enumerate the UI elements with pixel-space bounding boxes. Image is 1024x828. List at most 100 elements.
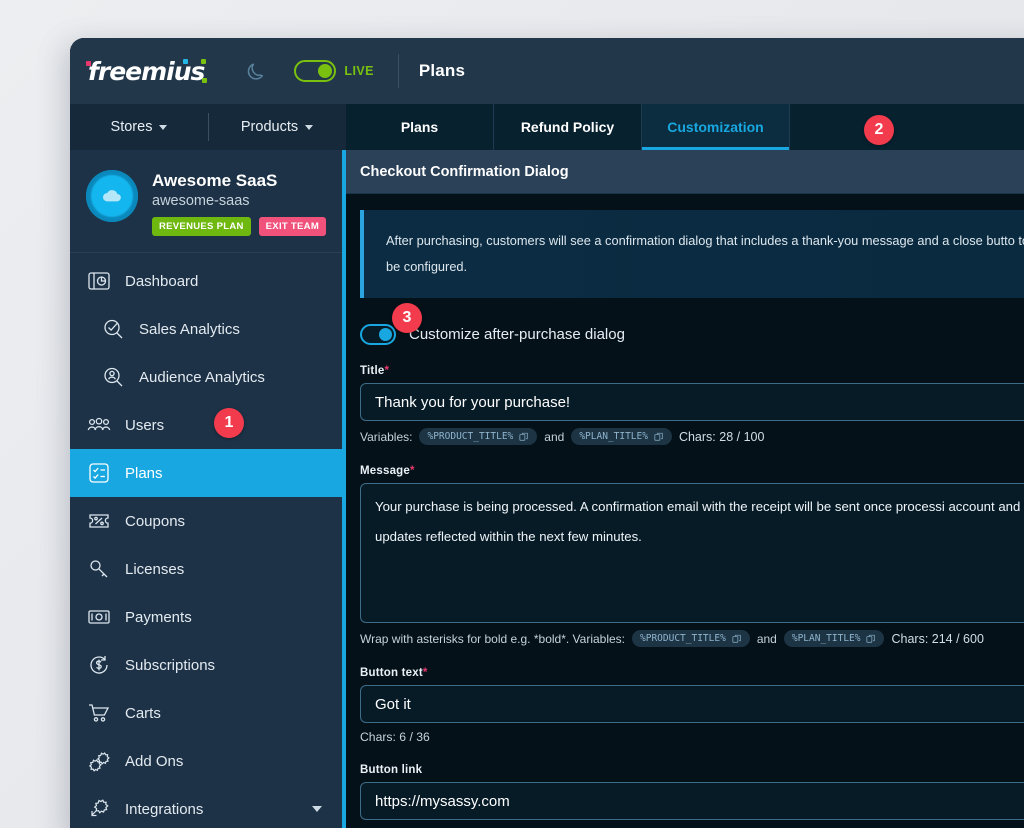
- title-helper-row: Variables: %PRODUCT_TITLE% and %PLAN_TIT…: [360, 428, 1024, 445]
- title-input[interactable]: Thank you for your purchase!: [360, 383, 1024, 421]
- button-text-input[interactable]: Got it: [360, 685, 1024, 723]
- sidebar-item-licenses[interactable]: Licenses: [70, 545, 342, 593]
- title-input-value: Thank you for your purchase!: [375, 393, 571, 411]
- step-badge-2-number: 2: [874, 121, 884, 138]
- required-marker: *: [384, 365, 390, 377]
- copy-icon[interactable]: [654, 432, 664, 442]
- sidebar-item-add-ons-label: Add Ons: [125, 752, 184, 770]
- sidebar: Awesome SaaS awesome-saas REVENUES PLAN …: [70, 150, 346, 828]
- live-label: LIVE: [344, 64, 374, 78]
- message-helper-prefix: Wrap with asterisks for bold e.g. *bold*…: [360, 631, 626, 646]
- step-badge-1: 1: [214, 408, 244, 438]
- variable-chip-product-title[interactable]: %PRODUCT_TITLE%: [632, 630, 750, 647]
- message-textarea[interactable]: Your purchase is being processed. A conf…: [360, 483, 1024, 623]
- logo-dot-green-bottom: [202, 77, 208, 83]
- chevron-down-icon: [305, 124, 314, 130]
- nav-item-stores[interactable]: Stores: [70, 104, 208, 150]
- customize-after-purchase-toggle[interactable]: [360, 324, 396, 345]
- copy-icon[interactable]: [519, 432, 529, 442]
- sidebar-profile: Awesome SaaS awesome-saas REVENUES PLAN …: [70, 150, 342, 252]
- payments-icon: [86, 605, 112, 629]
- sidebar-item-integrations[interactable]: Integrations: [70, 785, 342, 828]
- step-badge-1-number: 1: [224, 414, 234, 431]
- sidebar-item-dashboard[interactable]: Dashboard: [70, 257, 342, 305]
- tab-refund-policy[interactable]: Refund Policy: [494, 104, 642, 150]
- chevron-down-icon[interactable]: [312, 806, 322, 812]
- nav-item-products[interactable]: Products: [208, 104, 346, 150]
- customization-form: Customize after-purchase dialog Title* T…: [346, 298, 1024, 828]
- sidebar-item-carts[interactable]: Carts: [70, 689, 342, 737]
- sales-analytics-icon: [100, 317, 126, 341]
- sidebar-item-audience-analytics[interactable]: Audience Analytics: [70, 353, 342, 401]
- sidebar-item-plans-label: Plans: [125, 464, 163, 482]
- variable-chip-plan-title-label: %PLAN_TITLE%: [579, 431, 648, 442]
- button-text-char-counter: Chars: 6 / 36: [360, 730, 430, 744]
- step-badge-2: 2: [864, 115, 894, 145]
- sidebar-item-dashboard-label: Dashboard: [125, 272, 199, 290]
- sidebar-item-add-ons[interactable]: Add Ons: [70, 737, 342, 785]
- live-mode-toggle[interactable]: [294, 60, 337, 82]
- title-variables-label: Variables:: [360, 429, 413, 444]
- app-body: Awesome SaaS awesome-saas REVENUES PLAN …: [70, 150, 1024, 828]
- page-title: Plans: [418, 61, 466, 80]
- variable-chip-product-title-label: %PRODUCT_TITLE%: [640, 633, 726, 644]
- revenues-plan-badge[interactable]: REVENUES PLAN: [152, 217, 251, 236]
- dashboard-icon: [86, 269, 112, 293]
- sidebar-item-subscriptions[interactable]: Subscriptions: [70, 641, 342, 689]
- tab-customization[interactable]: Customization: [642, 104, 790, 150]
- exit-team-badge[interactable]: EXIT TEAM: [258, 217, 327, 236]
- title-field-label: Title*: [360, 365, 1024, 377]
- copy-icon[interactable]: [866, 634, 876, 644]
- info-notice: After purchasing, customers will see a c…: [360, 210, 1024, 298]
- primary-nav: Stores Products: [70, 104, 346, 150]
- live-mode-group: LIVE: [294, 60, 373, 82]
- button-link-input[interactable]: https://mysassy.com: [360, 782, 1024, 820]
- sidebar-item-plans[interactable]: Plans: [70, 449, 342, 497]
- cloud-avatar-icon[interactable]: [86, 170, 138, 222]
- tab-bar: Plans Refund Policy Customization: [346, 104, 1024, 150]
- topbar-divider: [397, 54, 399, 88]
- sidebar-item-payments-label: Payments: [125, 608, 192, 626]
- coupons-icon: [86, 509, 112, 533]
- message-field-group: Message* Your purchase is being processe…: [360, 465, 1024, 647]
- variable-chip-product-title[interactable]: %PRODUCT_TITLE%: [419, 428, 538, 445]
- sidebar-item-audience-analytics-label: Audience Analytics: [139, 368, 265, 386]
- required-marker: *: [409, 465, 415, 477]
- variable-chip-product-title-label: %PRODUCT_TITLE%: [427, 431, 514, 442]
- message-and-label: and: [756, 631, 777, 646]
- licenses-icon: [86, 557, 112, 581]
- logo-dot-cyan: [183, 58, 189, 64]
- tab-customization-label: Customization: [667, 119, 764, 135]
- button-text-input-value: Got it: [375, 695, 411, 713]
- tab-plans-label: Plans: [400, 119, 439, 135]
- step-badge-3: 3: [392, 303, 422, 333]
- profile-badges: REVENUES PLAN EXIT TEAM: [152, 217, 327, 236]
- message-field-label: Message*: [360, 465, 1024, 477]
- sidebar-item-coupons[interactable]: Coupons: [70, 497, 342, 545]
- customize-toggle-label: Customize after-purchase dialog: [409, 326, 625, 343]
- sidebar-item-licenses-label: Licenses: [125, 560, 185, 578]
- tab-plans[interactable]: Plans: [346, 104, 494, 150]
- required-marker: *: [422, 667, 428, 679]
- top-bar: freemius LIVE Plans: [70, 38, 1024, 104]
- add-ons-icon: [86, 749, 112, 773]
- moon-icon[interactable]: [244, 59, 268, 83]
- integrations-icon: [86, 797, 112, 821]
- variable-chip-plan-title-label: %PLAN_TITLE%: [791, 633, 861, 644]
- sidebar-item-coupons-label: Coupons: [125, 512, 186, 530]
- step-badge-3-number: 3: [402, 309, 412, 326]
- plans-icon: [86, 461, 112, 485]
- profile-slug: awesome-saas: [152, 193, 250, 209]
- subscriptions-icon: [86, 653, 112, 677]
- copy-icon[interactable]: [732, 634, 742, 644]
- toggle-knob: [379, 328, 392, 341]
- freemius-logo[interactable]: freemius: [84, 57, 214, 86]
- sidebar-item-sales-analytics[interactable]: Sales Analytics: [70, 305, 342, 353]
- sidebar-item-users[interactable]: Users: [70, 401, 342, 449]
- sidebar-item-payments[interactable]: Payments: [70, 593, 342, 641]
- message-helper-row: Wrap with asterisks for bold e.g. *bold*…: [360, 630, 1024, 647]
- variable-chip-plan-title[interactable]: %PLAN_TITLE%: [571, 428, 672, 445]
- variable-chip-plan-title[interactable]: %PLAN_TITLE%: [783, 630, 885, 647]
- sidebar-item-users-label: Users: [125, 416, 165, 434]
- button-text-field-group: Button text* Got it Chars: 6 / 36: [360, 667, 1024, 744]
